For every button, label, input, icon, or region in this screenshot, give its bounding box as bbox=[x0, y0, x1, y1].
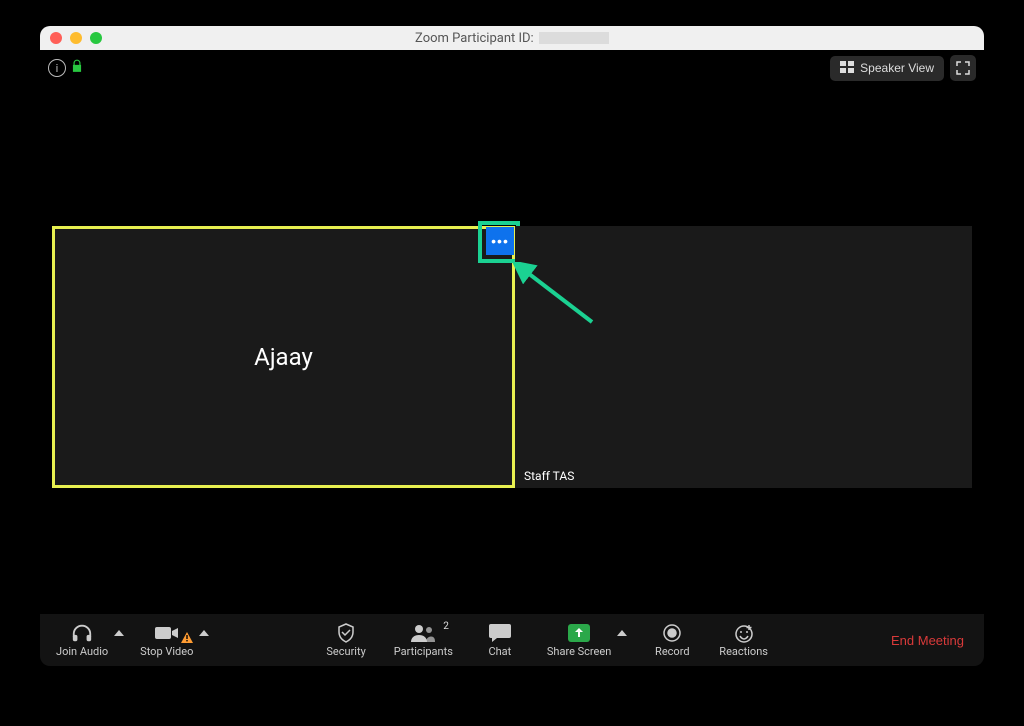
participant-name-tag: Staff TAS bbox=[521, 468, 577, 484]
ellipsis-icon: ••• bbox=[491, 233, 509, 249]
shield-icon bbox=[337, 623, 355, 643]
reactions-label: Reactions bbox=[719, 645, 768, 658]
window-title-text: Zoom Participant ID: bbox=[415, 31, 534, 46]
chat-button[interactable]: Chat bbox=[475, 619, 525, 662]
meeting-info-icon[interactable]: i bbox=[48, 59, 66, 77]
participant-tile[interactable]: Staff TAS bbox=[515, 226, 972, 488]
participant-more-button[interactable]: ••• bbox=[486, 227, 514, 255]
zoom-window: Zoom Participant ID: i Speaker View Ajaa bbox=[40, 26, 984, 666]
join-audio-button[interactable]: Join Audio bbox=[50, 619, 114, 662]
reactions-button[interactable]: Reactions bbox=[713, 619, 774, 662]
reactions-icon bbox=[734, 623, 754, 643]
end-meeting-button[interactable]: End Meeting bbox=[881, 627, 974, 654]
speaker-view-label: Speaker View bbox=[860, 61, 934, 75]
close-window-button[interactable] bbox=[50, 32, 62, 44]
maximize-window-button[interactable] bbox=[90, 32, 102, 44]
security-label: Security bbox=[326, 645, 365, 658]
minimize-window-button[interactable] bbox=[70, 32, 82, 44]
record-button[interactable]: Record bbox=[647, 619, 697, 662]
video-grid: Ajaay ••• Staff TAS bbox=[52, 226, 972, 488]
meeting-toolbar: Join Audio Stop Video bbox=[40, 614, 984, 666]
top-left-controls: i bbox=[48, 59, 84, 77]
participants-count-badge: 2 bbox=[443, 621, 449, 632]
video-options-chevron[interactable] bbox=[199, 628, 213, 653]
toolbar-center-group: Security Participants 2 Chat bbox=[213, 619, 881, 662]
window-titlebar: Zoom Participant ID: bbox=[40, 26, 984, 50]
stop-video-label: Stop Video bbox=[140, 645, 193, 658]
chat-icon bbox=[489, 623, 511, 643]
encryption-lock-icon[interactable] bbox=[70, 59, 84, 77]
participant-name: Ajaay bbox=[254, 343, 313, 371]
headphones-icon bbox=[71, 623, 93, 643]
join-audio-label: Join Audio bbox=[56, 645, 108, 658]
window-controls bbox=[40, 32, 102, 44]
window-title: Zoom Participant ID: bbox=[40, 31, 984, 46]
toolbar-right-group: End Meeting bbox=[881, 627, 974, 654]
toolbar-left-group: Join Audio Stop Video bbox=[50, 619, 213, 662]
people-icon bbox=[411, 623, 435, 643]
participant-tile-active[interactable]: Ajaay ••• bbox=[52, 226, 515, 488]
top-controls-bar: i Speaker View bbox=[40, 50, 984, 86]
warning-icon bbox=[181, 632, 193, 646]
record-icon bbox=[662, 623, 682, 643]
security-button[interactable]: Security bbox=[320, 619, 371, 662]
participants-button[interactable]: Participants 2 bbox=[388, 619, 459, 662]
participant-id-redacted bbox=[539, 32, 609, 44]
share-screen-icon bbox=[568, 623, 590, 643]
top-right-controls: Speaker View bbox=[830, 55, 976, 81]
share-screen-label: Share Screen bbox=[547, 645, 611, 658]
camera-icon bbox=[155, 623, 179, 643]
record-label: Record bbox=[655, 645, 689, 658]
fullscreen-button[interactable] bbox=[950, 55, 976, 81]
stop-video-button[interactable]: Stop Video bbox=[134, 619, 199, 662]
participants-label: Participants bbox=[394, 645, 453, 658]
speaker-view-button[interactable]: Speaker View bbox=[830, 56, 944, 81]
grid-icon bbox=[840, 61, 854, 76]
share-options-chevron[interactable] bbox=[617, 628, 631, 653]
chat-label: Chat bbox=[488, 645, 511, 658]
share-screen-button[interactable]: Share Screen bbox=[541, 619, 617, 662]
audio-options-chevron[interactable] bbox=[114, 628, 128, 653]
